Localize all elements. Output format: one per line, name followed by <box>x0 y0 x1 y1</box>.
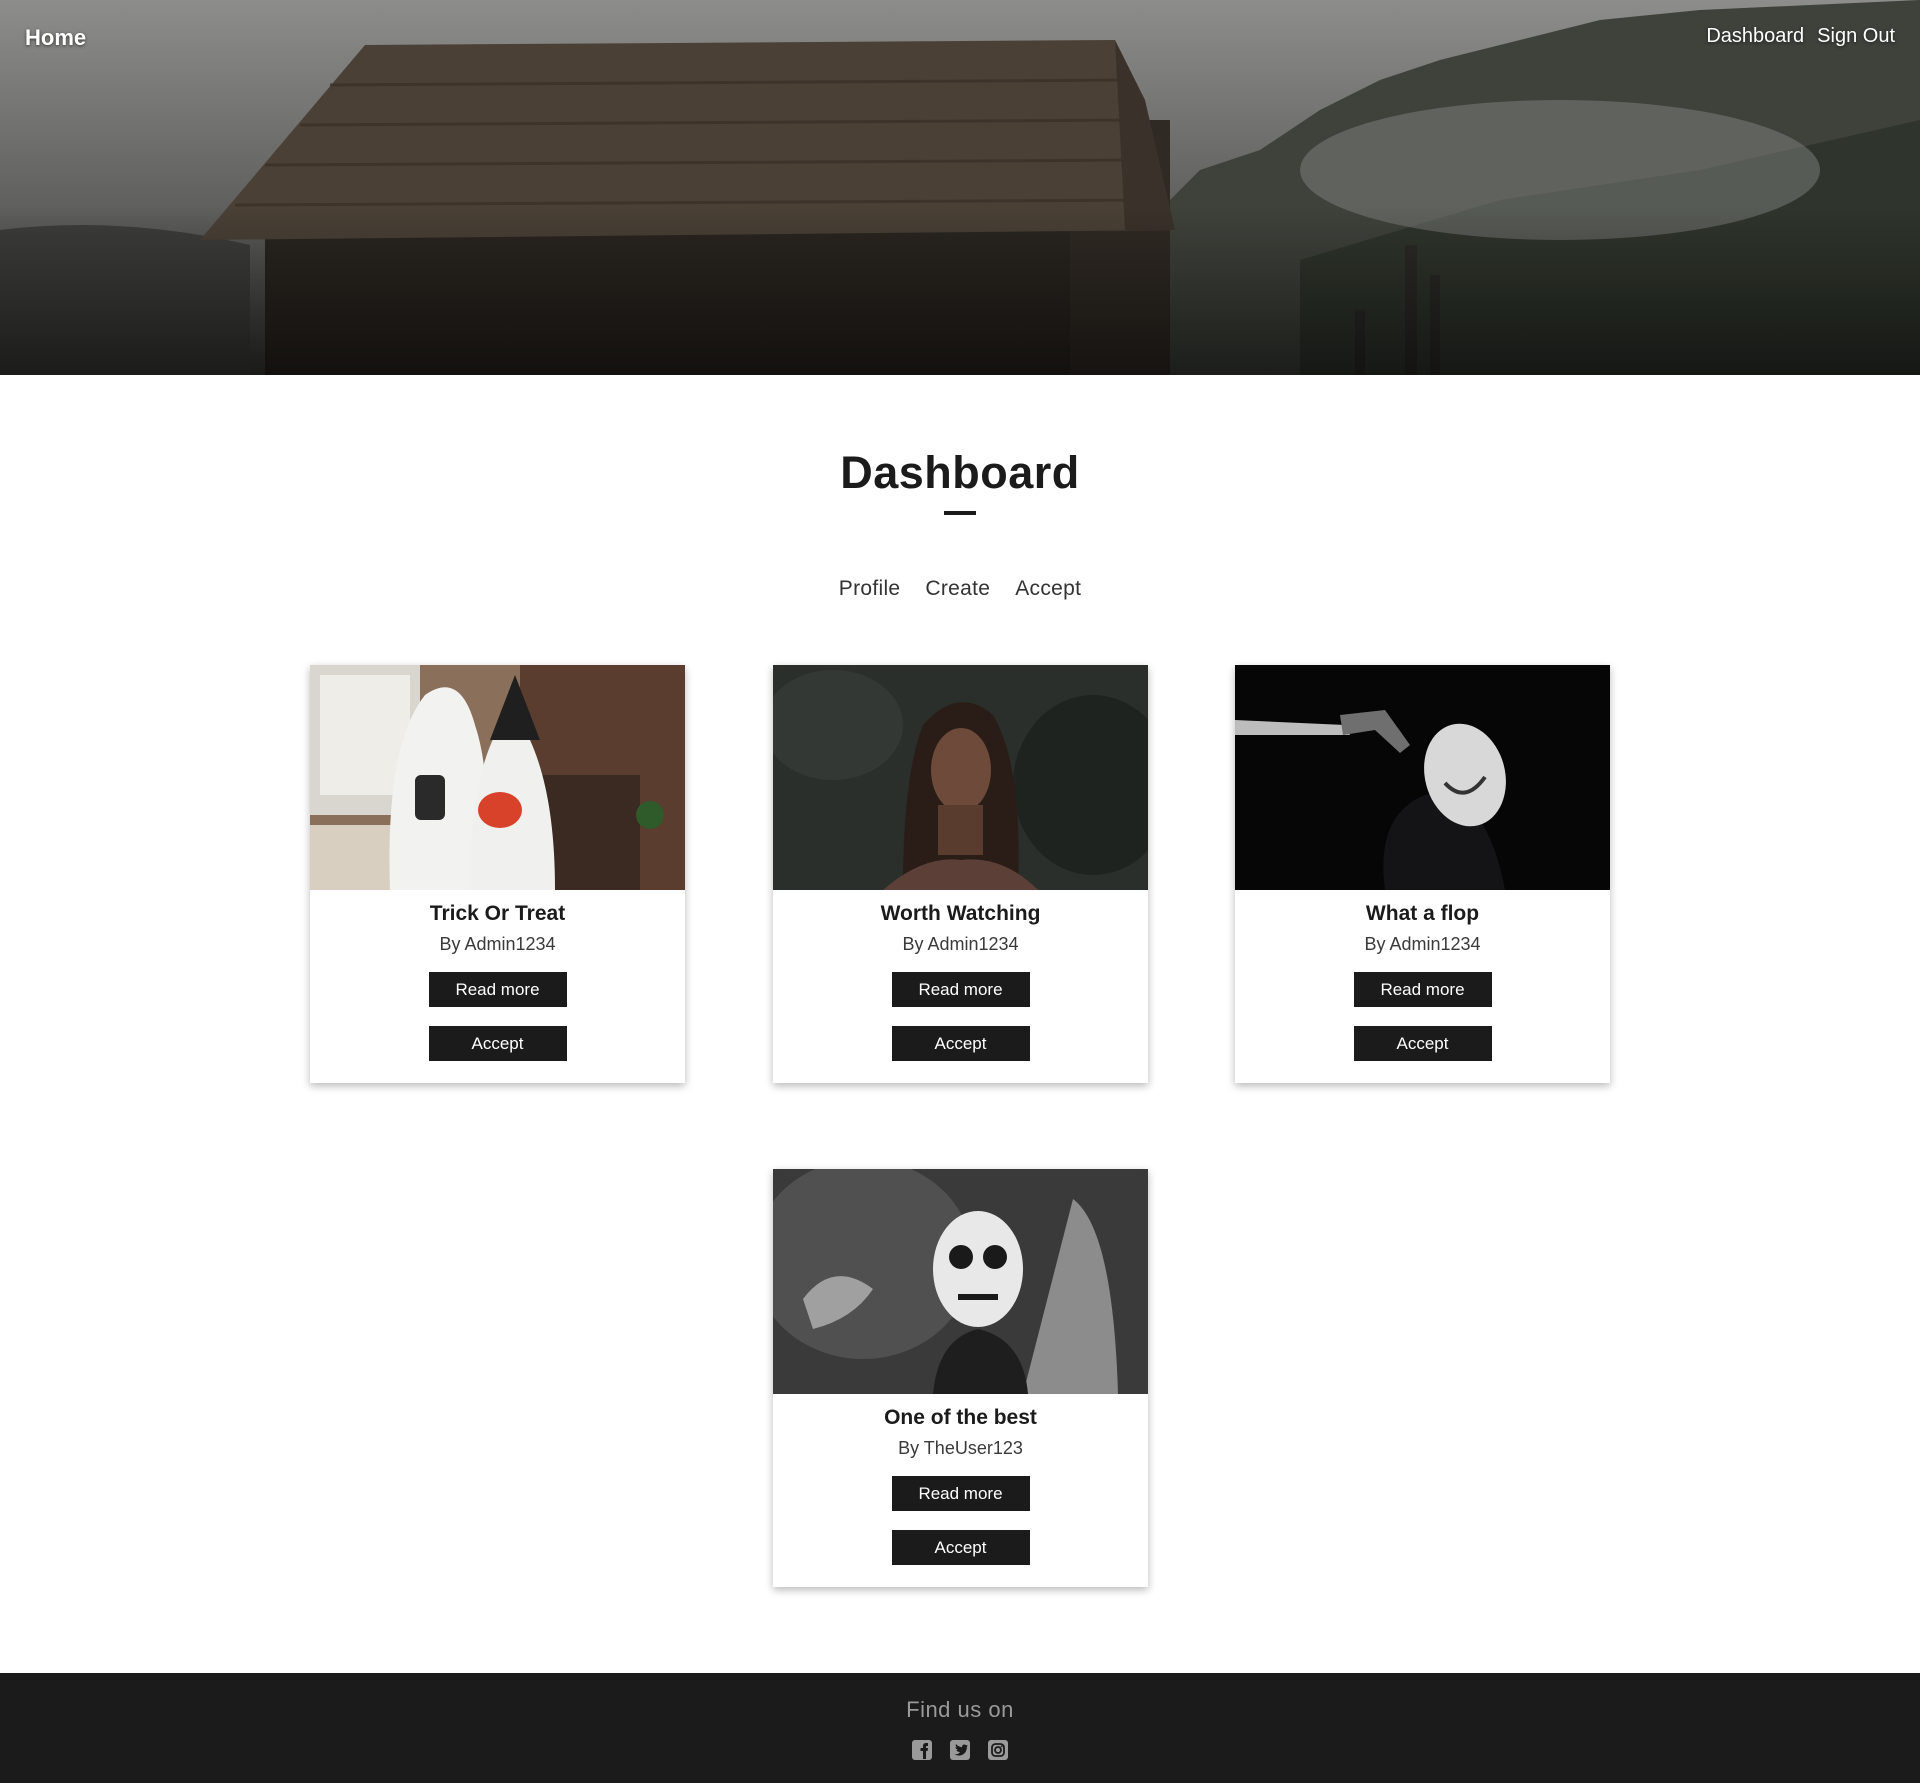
post-title: Trick Or Treat <box>429 902 566 925</box>
site-footer: Find us on <box>0 1673 1920 1783</box>
post-card: Trick Or Treat By Admin1234 Read more Ac… <box>310 665 685 1083</box>
subnav-accept-link[interactable]: Accept <box>1015 577 1081 601</box>
post-title: What a flop <box>1365 902 1480 925</box>
post-image-woman-face-paint <box>773 665 1148 890</box>
accept-button[interactable]: Accept <box>428 1026 567 1061</box>
read-more-button[interactable]: Read more <box>1353 972 1492 1007</box>
nav-sign-out-link[interactable]: Sign Out <box>1817 25 1895 48</box>
read-more-button[interactable]: Read more <box>428 972 567 1007</box>
post-title: Worth Watching <box>880 902 1041 925</box>
nav-home-link[interactable]: Home <box>25 25 86 51</box>
subnav-create-link[interactable]: Create <box>925 577 990 601</box>
post-author: By TheUser123 <box>898 1438 1023 1458</box>
post-author: By Admin1234 <box>439 934 556 954</box>
facebook-icon[interactable] <box>911 1739 933 1761</box>
post-card: One of the best By TheUser123 Read more … <box>773 1169 1148 1587</box>
accept-button[interactable]: Accept <box>891 1026 1030 1061</box>
read-more-button[interactable]: Read more <box>891 972 1030 1007</box>
dashboard-subnav: Profile Create Accept <box>0 577 1920 601</box>
read-more-button[interactable]: Read more <box>891 1476 1030 1511</box>
post-author: By Admin1234 <box>1364 934 1481 954</box>
post-title: One of the best <box>884 1406 1037 1429</box>
twitter-icon[interactable] <box>949 1739 971 1761</box>
hero-image-cabin <box>0 0 1920 375</box>
post-image-sugar-skull <box>773 1169 1148 1394</box>
nav-dashboard-link[interactable]: Dashboard <box>1706 25 1804 48</box>
post-author: By Admin1234 <box>902 934 1019 954</box>
top-nav: Dashboard Sign Out <box>1706 25 1895 48</box>
post-card: Worth Watching By Admin1234 Read more Ac… <box>773 665 1148 1083</box>
social-links <box>0 1739 1920 1761</box>
title-underline <box>944 511 976 515</box>
instagram-icon[interactable] <box>987 1739 1009 1761</box>
accept-button[interactable]: Accept <box>1353 1026 1492 1061</box>
accept-button[interactable]: Accept <box>891 1530 1030 1565</box>
post-image-ghost-costumes <box>310 665 685 890</box>
footer-text: Find us on <box>906 1697 1014 1722</box>
subnav-profile-link[interactable]: Profile <box>839 577 901 601</box>
post-image-masked-figure <box>1235 665 1610 890</box>
post-card: What a flop By Admin1234 Read more Accep… <box>1235 665 1610 1083</box>
hero-banner: Home Dashboard Sign Out <box>0 0 1920 375</box>
page-title: Dashboard <box>840 447 1080 498</box>
